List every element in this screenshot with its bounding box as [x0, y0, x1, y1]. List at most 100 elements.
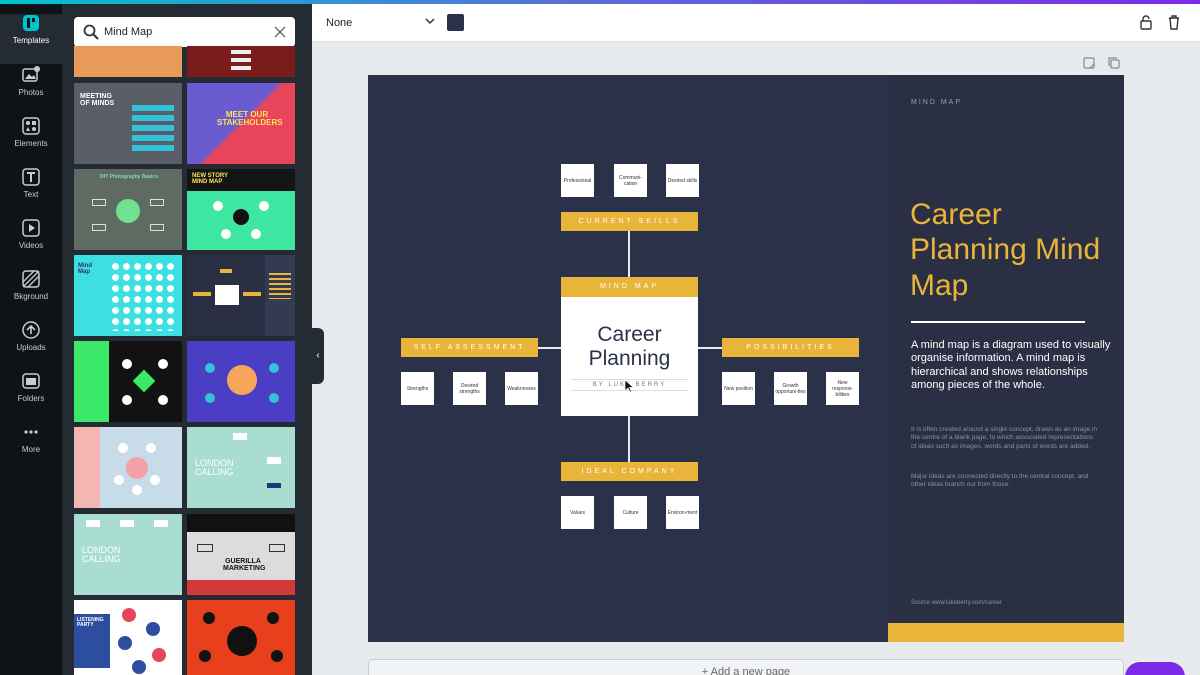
text-color-swatch[interactable]: [447, 14, 464, 31]
uploads-icon: [22, 321, 40, 339]
mindmap-node[interactable]: Professional: [561, 164, 594, 197]
mindmap-node[interactable]: Culture: [614, 496, 647, 529]
help-button[interactable]: [1125, 662, 1185, 675]
search-icon: [83, 24, 99, 40]
rail-item-more[interactable]: More: [0, 423, 62, 473]
mindmap-node[interactable]: New responsi-bilities: [826, 372, 859, 405]
rail-item-elements[interactable]: Elements: [0, 117, 62, 167]
rail-item-background[interactable]: Bkground: [0, 270, 62, 320]
branch-tag-top[interactable]: CURRENT SKILLS: [561, 212, 698, 231]
template-thumbnail[interactable]: [187, 46, 295, 77]
info-panel-lead[interactable]: A mind map is a diagram used to visually…: [911, 339, 1111, 393]
mouse-cursor-icon: [625, 380, 634, 393]
mindmap-node[interactable]: Weaknesses: [505, 372, 538, 405]
rail-label: Templates: [12, 36, 50, 45]
mindmap-node[interactable]: Desired skills: [666, 164, 699, 197]
info-panel-body[interactable]: It is often created around a single conc…: [911, 426, 1099, 451]
rail-label: More: [21, 445, 41, 454]
central-topic-card[interactable]: MIND MAP Career Planning BY LUKE BERRY: [561, 277, 698, 416]
rail-label: Photos: [18, 88, 44, 97]
template-thumbnail[interactable]: LONDON CALLING: [74, 514, 182, 595]
branch-tag-bottom[interactable]: IDEAL COMPANY: [561, 462, 698, 481]
mindmap-node[interactable]: Strengths: [401, 372, 434, 405]
template-thumbnail[interactable]: NEW STORY MIND MAP: [187, 169, 295, 250]
central-topic-title[interactable]: Career Planning: [561, 323, 698, 370]
template-thumbnail[interactable]: [74, 427, 182, 508]
mindmap-node[interactable]: New position: [722, 372, 755, 405]
template-thumbnail[interactable]: GUERILLA MARKETING: [187, 514, 295, 595]
template-thumbnail[interactable]: [187, 341, 295, 422]
rail-item-text[interactable]: Text: [0, 168, 62, 218]
central-topic-title-line: Planning: [588, 346, 671, 370]
template-thumbnail[interactable]: MEETING OF MINDS: [74, 83, 182, 164]
font-dropdown-value: None: [326, 17, 353, 29]
template-thumbnail[interactable]: [187, 600, 295, 675]
template-title: LONDON CALLING: [82, 545, 121, 565]
page-notes-icon[interactable]: [1082, 56, 1096, 70]
duplicate-page-icon[interactable]: [1107, 56, 1121, 70]
template-thumbnail[interactable]: LONDON CALLING: [187, 427, 295, 508]
connector-line: [698, 347, 722, 349]
central-topic-tag: MIND MAP: [561, 277, 698, 297]
connector-line: [628, 231, 630, 277]
template-title: LONDON CALLING: [195, 458, 234, 478]
template-title: GUERILLA MARKETING: [223, 558, 266, 573]
branch-tag-right[interactable]: POSSIBILITIES: [722, 338, 859, 357]
mindmap-node[interactable]: Desired strengths: [453, 372, 486, 405]
chevron-down-icon: [425, 18, 435, 25]
more-icon: [24, 430, 38, 434]
templates-panel: MEETING OF MINDS MEET OUR STAKEHOLDERS D…: [62, 4, 312, 675]
rail-item-photos[interactable]: Photos: [0, 66, 62, 116]
info-panel-source[interactable]: Source www.lukeberry.com/career: [911, 600, 1002, 606]
rail-item-templates[interactable]: Templates: [0, 14, 62, 64]
text-icon: [22, 168, 40, 186]
design-canvas[interactable]: Professional Communi-cation Desired skil…: [368, 75, 1124, 642]
info-panel-title[interactable]: Career Planning Mind Map: [910, 197, 1110, 303]
search-box: [74, 17, 295, 47]
rail-label: Videos: [18, 241, 44, 250]
template-thumbnail[interactable]: MEET OUR STAKEHOLDERS: [187, 83, 295, 164]
photos-icon: [22, 66, 40, 82]
template-title: NEW STORY MIND MAP: [192, 173, 228, 186]
font-dropdown[interactable]: None: [326, 11, 436, 35]
template-thumbnail[interactable]: [187, 255, 295, 336]
rail-label: Elements: [14, 139, 48, 148]
rail-item-uploads[interactable]: Uploads: [0, 321, 62, 371]
trash-icon[interactable]: [1166, 14, 1182, 30]
template-thumbnail[interactable]: Mind Map: [74, 255, 182, 336]
search-input[interactable]: [104, 22, 264, 42]
mindmap-node[interactable]: Growth opportuni-ties: [774, 372, 807, 405]
template-thumbnail[interactable]: DIY Photography Basics: [74, 169, 182, 250]
template-title: Mind Map: [78, 263, 92, 276]
videos-icon: [22, 219, 40, 237]
template-thumbnail[interactable]: [74, 46, 182, 77]
branch-tag-left[interactable]: SELF ASSESSMENT: [401, 338, 538, 357]
template-title: DIY Photography Basics: [100, 174, 158, 180]
template-title: LISTENING PARTY: [77, 617, 104, 629]
rail-label: Uploads: [16, 343, 46, 352]
lock-icon[interactable]: [1138, 14, 1154, 30]
mindmap-node[interactable]: Values: [561, 496, 594, 529]
connector-line: [628, 416, 630, 462]
rail-item-videos[interactable]: Videos: [0, 219, 62, 269]
folders-icon: [22, 373, 40, 389]
mindmap-node[interactable]: Communi-cation: [614, 164, 647, 197]
accent-bar: [888, 623, 1124, 642]
info-panel-body[interactable]: Major ideas are connected directly to th…: [911, 473, 1099, 490]
divider: [911, 321, 1085, 323]
info-panel-eyebrow[interactable]: MIND MAP: [911, 99, 962, 106]
connector-line: [538, 347, 561, 349]
rail-label: Bkground: [13, 292, 49, 301]
editor-toolbar: None: [312, 4, 1200, 42]
template-title: MEET OUR STAKEHOLDERS: [217, 110, 283, 128]
templates-icon: [23, 15, 39, 31]
collapse-panel-button[interactable]: ‹: [312, 328, 324, 384]
central-topic-title-line: Career: [597, 323, 662, 346]
close-icon[interactable]: [273, 25, 287, 39]
add-page-button[interactable]: + Add a new page: [368, 659, 1124, 675]
template-thumbnail[interactable]: LISTENING PARTY: [74, 600, 182, 675]
template-thumbnail[interactable]: [74, 341, 182, 422]
template-title: MEETING OF MINDS: [80, 93, 115, 108]
rail-item-folders[interactable]: Folders: [0, 372, 62, 422]
mindmap-node[interactable]: Environ-ment: [666, 496, 699, 529]
